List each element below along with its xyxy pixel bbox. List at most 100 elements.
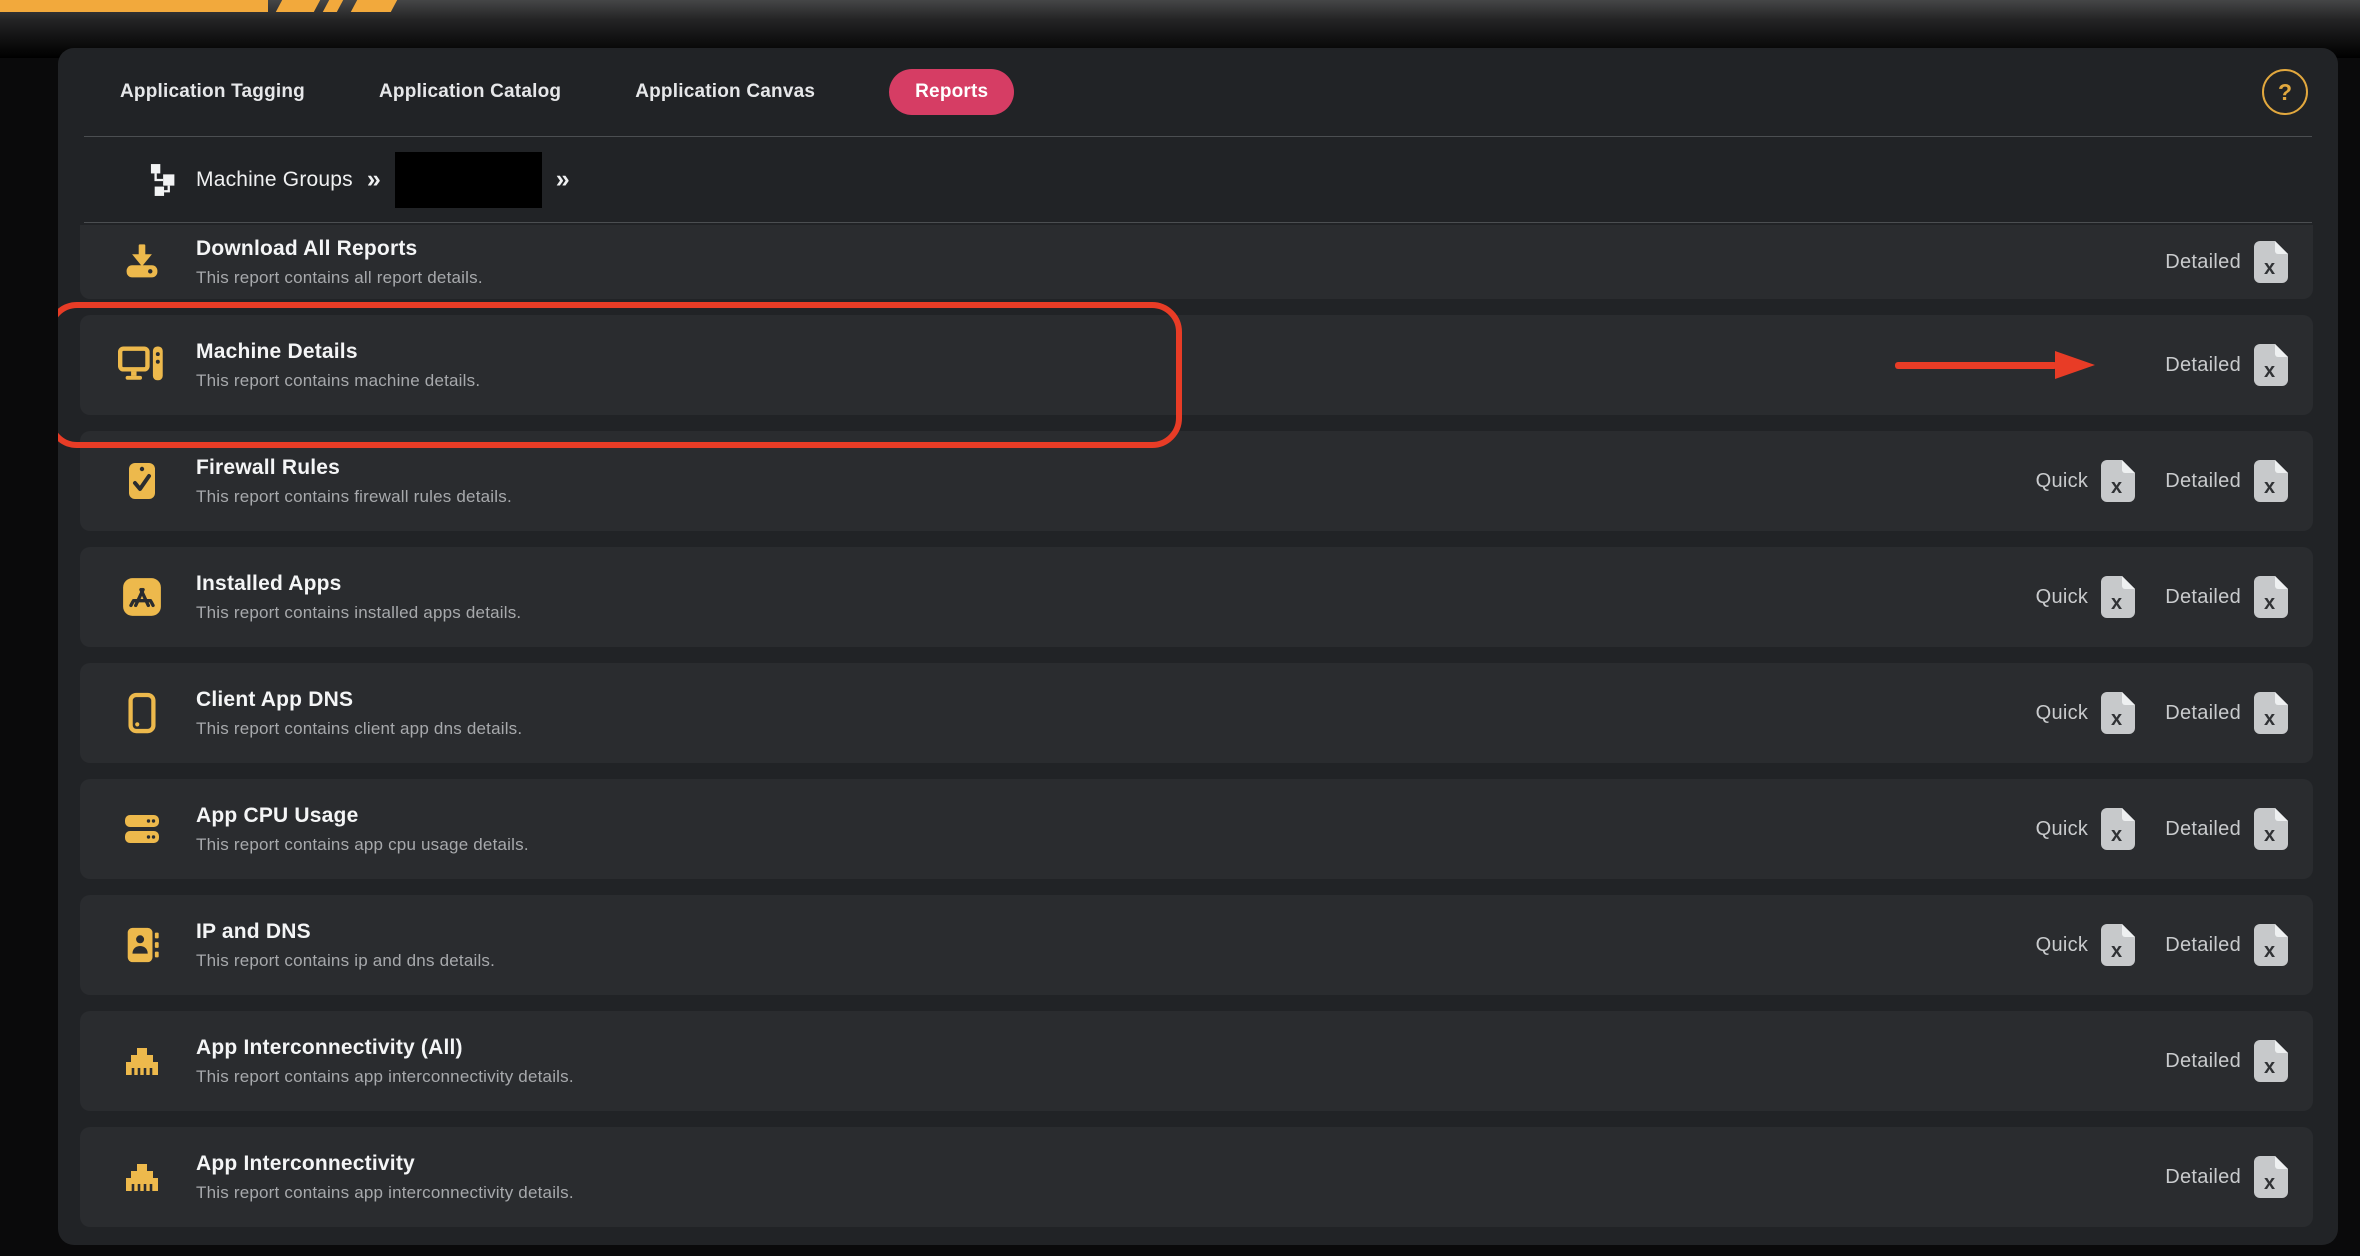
chevron-double-right-icon: » — [556, 165, 570, 194]
tab-bar: Application Tagging Application Catalog Ap… — [58, 48, 2338, 136]
report-row-download-all-reports: Download All ReportsThis report contains… — [80, 225, 2313, 299]
report-actions: QuickxDetailedx — [2036, 460, 2288, 502]
detailed-download-button[interactable]: Detailedx — [2165, 1040, 2288, 1082]
report-row-machine-details: Machine DetailsThis report contains mach… — [80, 315, 2313, 415]
excel-file-icon: x — [2101, 576, 2135, 618]
report-text: Installed Apps This report contains insta… — [196, 572, 521, 623]
detailed-download-label: Detailed — [2165, 470, 2241, 493]
report-actions: Quickx Detailedx — [2036, 576, 2288, 618]
ethernet-icon — [118, 1041, 166, 1081]
excel-file-icon: x — [2254, 924, 2288, 966]
ethernet-icon — [118, 1157, 166, 1197]
breadcrumb: Machine Groups » » — [58, 137, 2338, 222]
svg-text:x: x — [2264, 940, 2275, 962]
detailed-download-label: Detailed — [2165, 1166, 2241, 1189]
chevron-double-right-icon: » — [367, 165, 381, 194]
detailed-download-button[interactable]: Detailed x — [2165, 241, 2288, 283]
arrow-line — [1895, 362, 2057, 369]
detailed-download-label: Detailed — [2165, 934, 2241, 957]
quick-download-label: Quick — [2036, 470, 2089, 493]
svg-text:x: x — [2264, 257, 2275, 279]
report-row-app-cpu-usage: App CPU UsageThis report contains app cp… — [80, 779, 2313, 879]
report-title: App Interconnectivity (All) — [196, 1036, 574, 1060]
svg-text:x: x — [2264, 1056, 2275, 1078]
excel-file-icon: x — [2254, 344, 2288, 386]
quick-download-button[interactable]: Quickx — [2036, 460, 2136, 502]
report-actions: QuickxDetailedx — [2036, 692, 2288, 734]
tab-application-canvas[interactable]: Application Canvas — [635, 81, 815, 103]
report-description: This report contains ip and dns details. — [196, 951, 495, 971]
detailed-download-button[interactable]: Detailed x — [2165, 924, 2288, 966]
quick-download-button[interactable]: Quickx — [2036, 808, 2136, 850]
report-row-app-interconnectivity: App InterconnectivityThis report contain… — [80, 1127, 2313, 1227]
brand-logo-stripe — [351, 0, 397, 12]
detailed-download-label: Detailed — [2165, 251, 2241, 274]
report-actions: Quickx Detailed x — [2036, 924, 2288, 966]
excel-file-icon: x — [2101, 692, 2135, 734]
report-row-ip-and-dns: IP and DNS This report contains ip and dn… — [80, 895, 2313, 995]
detailed-download-button[interactable]: Detailed x — [2165, 460, 2288, 502]
brand-logo-bar — [0, 0, 268, 12]
report-title: Download All Reports — [196, 237, 483, 261]
svg-text:x: x — [2264, 708, 2275, 730]
excel-file-icon: x — [2101, 924, 2135, 966]
detailed-download-button[interactable]: Detailed x — [2165, 1156, 2288, 1198]
report-description: This report contains installed apps deta… — [196, 603, 521, 623]
report-description: This report contains firewall rules deta… — [196, 487, 512, 507]
annotation-red-arrow — [1895, 351, 2095, 379]
report-actions: Detailed x — [2165, 241, 2288, 283]
detailed-download-label: Detailed — [2165, 354, 2241, 377]
excel-file-icon: x — [2254, 460, 2288, 502]
excel-file-icon: x — [2101, 460, 2135, 502]
page: Application Tagging Application Catalog Ap… — [0, 0, 2360, 1256]
download-icon — [118, 240, 166, 284]
report-text: Download All ReportsThis report contains… — [196, 237, 483, 288]
report-description: This report contains client app dns deta… — [196, 719, 522, 739]
report-actions: Quickx Detailedx — [2036, 808, 2288, 850]
arrow-head — [2055, 351, 2095, 379]
detailed-download-button[interactable]: Detailed x — [2165, 344, 2288, 386]
svg-text:x: x — [2264, 476, 2275, 498]
report-title: IP and DNS — [196, 920, 495, 944]
report-row-installed-apps: Installed Apps This report contains insta… — [80, 547, 2313, 647]
report-title: App Interconnectivity — [196, 1152, 574, 1176]
quick-download-button[interactable]: Quickx — [2036, 692, 2136, 734]
tab-application-catalog[interactable]: Application Catalog — [379, 81, 561, 103]
svg-text:x: x — [2264, 1172, 2275, 1194]
svg-text:x: x — [2264, 824, 2275, 846]
svg-text:x: x — [2111, 708, 2122, 730]
report-text: App CPU UsageThis report contains app cp… — [196, 804, 529, 855]
help-button[interactable]: ? — [2262, 69, 2308, 115]
reports-panel: Application Tagging Application Catalog Ap… — [58, 48, 2338, 1245]
redacted-breadcrumb-item — [395, 152, 542, 208]
report-actions: Detailed x — [2165, 1156, 2288, 1198]
report-description: This report contains app cpu usage detai… — [196, 835, 529, 855]
report-title: Machine Details — [196, 340, 480, 364]
report-row-firewall-rules: Firewall RulesThis report contains firew… — [80, 431, 2313, 531]
machine-icon — [118, 343, 166, 387]
quick-download-button[interactable]: Quickx — [2036, 924, 2136, 966]
report-actions: Detailed x — [2165, 344, 2288, 386]
report-actions: Detailedx — [2165, 1040, 2288, 1082]
brand-logo-stripe — [323, 0, 343, 12]
server-stack-icon — [118, 809, 166, 849]
quick-download-button[interactable]: Quickx — [2036, 576, 2136, 618]
quick-download-label: Quick — [2036, 702, 2089, 725]
address-book-icon — [118, 924, 166, 966]
report-text: App Interconnectivity (All)This report c… — [196, 1036, 574, 1087]
detailed-download-button[interactable]: Detailedx — [2165, 692, 2288, 734]
report-title: Client App DNS — [196, 688, 522, 712]
report-text: Client App DNS This report contains clien… — [196, 688, 522, 739]
excel-file-icon: x — [2254, 241, 2288, 283]
detailed-download-button[interactable]: Detailedx — [2165, 808, 2288, 850]
detailed-download-button[interactable]: Detailedx — [2165, 576, 2288, 618]
breadcrumb-root[interactable]: Machine Groups — [196, 168, 353, 192]
report-title: Installed Apps — [196, 572, 521, 596]
machine-groups-icon — [150, 164, 180, 196]
svg-text:x: x — [2264, 592, 2275, 614]
report-row-client-app-dns: Client App DNS This report contains clien… — [80, 663, 2313, 763]
clipboard-check-icon — [118, 459, 166, 503]
tablet-icon — [118, 692, 166, 734]
tab-application-tagging[interactable]: Application Tagging — [120, 81, 305, 103]
tab-reports[interactable]: Reports — [889, 69, 1014, 115]
